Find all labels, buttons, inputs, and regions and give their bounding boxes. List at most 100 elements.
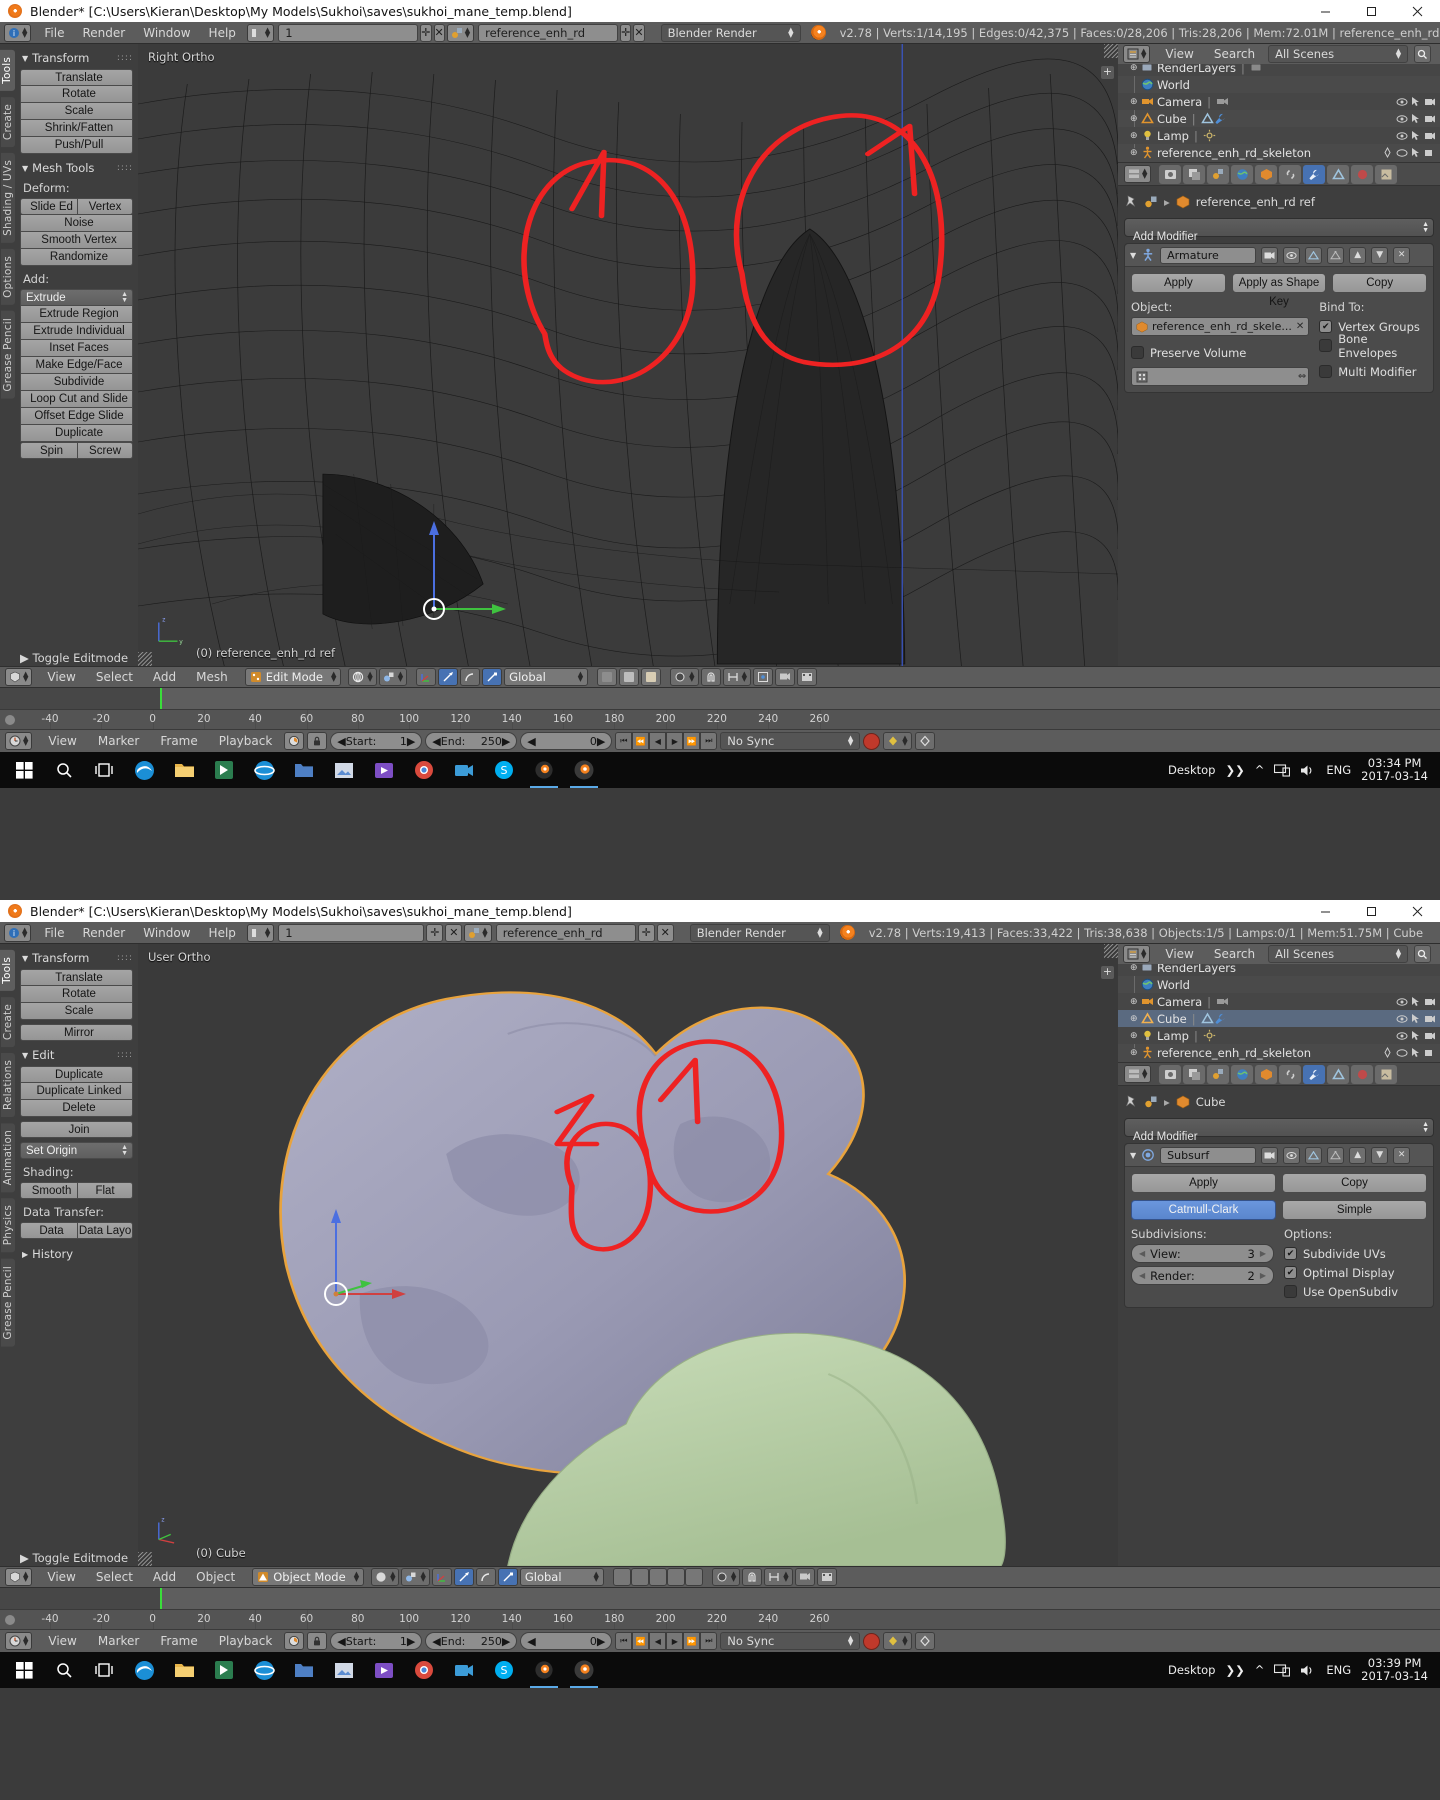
taskbar-explorer-icon[interactable] bbox=[164, 752, 204, 788]
tab-tools[interactable]: Tools bbox=[0, 50, 15, 91]
frame-end-field[interactable]: ◀ End: 250 ▶ bbox=[425, 732, 518, 750]
expand-icon[interactable]: ⊕ bbox=[1130, 1014, 1141, 1024]
tray-clock[interactable]: 03:39 PM 2017-03-14 bbox=[1361, 1657, 1428, 1683]
taskbar-blender-icon-1[interactable] bbox=[524, 1652, 564, 1688]
tray-network-icon[interactable] bbox=[1274, 1663, 1291, 1677]
outliner-tree[interactable]: ⊕ RenderLayers | World ⊕ Camera | ⊕ Cube… bbox=[1118, 64, 1440, 162]
modifier-name-field[interactable]: Subsurf bbox=[1160, 1146, 1257, 1164]
outliner-menu-view[interactable]: View bbox=[1156, 45, 1202, 63]
expand-icon[interactable]: ⊕ bbox=[1130, 131, 1141, 141]
jump-to-end-button[interactable]: ⏭ bbox=[700, 732, 718, 750]
modifier-move-up-icon[interactable]: ▲ bbox=[1349, 1146, 1367, 1164]
tab-modifiers[interactable] bbox=[1303, 1064, 1326, 1084]
snap-magnet-icon[interactable] bbox=[700, 668, 721, 686]
tool-subdivide[interactable]: Subdivide bbox=[20, 374, 133, 391]
jump-to-end-button[interactable]: ⏭ bbox=[700, 1632, 718, 1650]
tab-texture[interactable] bbox=[1375, 164, 1398, 184]
vertex-group-field[interactable]: ⇔ bbox=[1131, 367, 1310, 386]
tool-rotate[interactable]: Rotate bbox=[20, 86, 133, 103]
layer-button-3[interactable] bbox=[641, 668, 662, 686]
menu-render[interactable]: Render bbox=[73, 24, 134, 42]
lock-icon[interactable] bbox=[307, 732, 328, 750]
next-keyframe-button[interactable]: ⏩ bbox=[683, 732, 701, 750]
modifier-wrench-icon[interactable] bbox=[1214, 112, 1227, 125]
tool-set-origin-dropdown[interactable]: Set Origin ▲ ▼ bbox=[20, 1142, 133, 1159]
tool-extrude-individual[interactable]: Extrude Individual bbox=[20, 323, 133, 340]
tab-tools[interactable]: Tools bbox=[0, 950, 15, 991]
vertex-groups-checkbox[interactable]: ✔ bbox=[1319, 320, 1333, 333]
play-reverse-button[interactable]: ◀ bbox=[649, 1632, 667, 1650]
outliner-row-camera[interactable]: ⊕ Camera | bbox=[1118, 993, 1440, 1010]
tab-render-layers[interactable] bbox=[1183, 164, 1206, 184]
timeline-track-bottom[interactable] bbox=[0, 1588, 1440, 1610]
subdivisions-render-field[interactable]: ◀ Render: 2 ▶ bbox=[1131, 1266, 1274, 1285]
area-resize-corner[interactable] bbox=[138, 652, 152, 666]
editor-type-properties-icon[interactable]: ▲ ▼ bbox=[1124, 165, 1152, 183]
tray-overflow-icon[interactable]: ❯❯ bbox=[1225, 1663, 1244, 1677]
selectable-cursor-icon[interactable] bbox=[1411, 96, 1421, 107]
editor-type-view3d-icon[interactable]: ▲ ▼ bbox=[5, 668, 33, 686]
copy-button[interactable]: Copy bbox=[1282, 1173, 1427, 1193]
outliner-icon[interactable]: ▲ ▼ bbox=[1123, 945, 1151, 963]
apply-as-shape-key-button[interactable]: Apply as Shape Key bbox=[1231, 273, 1327, 308]
renderlayer-toggle-icon[interactable] bbox=[1250, 64, 1263, 74]
play-button[interactable]: ▶ bbox=[666, 732, 684, 750]
expand-icon[interactable]: ⊕ bbox=[1130, 1031, 1141, 1041]
layer-button-1[interactable] bbox=[597, 668, 618, 686]
manipulator-toggle[interactable] bbox=[416, 668, 437, 686]
renderable-camera-icon[interactable] bbox=[1424, 997, 1436, 1007]
selectable-cursor-icon[interactable] bbox=[1411, 147, 1421, 158]
scene-delete-button[interactable]: ✕ bbox=[433, 23, 445, 42]
tab-material[interactable] bbox=[1351, 164, 1374, 184]
tool-offset-edge-slide[interactable]: Offset Edge Slide bbox=[20, 408, 133, 425]
view3d-menu-add[interactable]: Add bbox=[144, 668, 185, 686]
tool-push-pull[interactable]: Push/Pull bbox=[20, 137, 133, 154]
menu-help[interactable]: Help bbox=[200, 24, 245, 42]
visibility-eye-icon[interactable] bbox=[1396, 97, 1408, 107]
decrement-icon[interactable]: ◀ bbox=[1139, 1271, 1145, 1280]
sync-mode-select[interactable]: No Sync ▲ ▼ bbox=[720, 732, 861, 750]
outliner-scene-filter[interactable]: All Scenes ▲ ▼ bbox=[1268, 945, 1409, 963]
tab-world[interactable] bbox=[1231, 164, 1254, 184]
tool-screw[interactable]: Screw bbox=[78, 442, 133, 459]
expand-icon[interactable]: ⊕ bbox=[1130, 148, 1141, 158]
view3d-menu-view[interactable]: View bbox=[38, 1568, 84, 1586]
menu-render[interactable]: Render bbox=[73, 924, 134, 942]
keying-set-icon[interactable]: ▲ ▼ bbox=[883, 732, 912, 750]
lamp-data-icon[interactable] bbox=[1203, 129, 1216, 142]
tool-make-edge-face[interactable]: Make Edge/Face bbox=[20, 357, 133, 374]
layer-button-3[interactable] bbox=[648, 1568, 667, 1586]
snap-magnet-icon[interactable] bbox=[742, 1568, 763, 1586]
timeline-menu-playback[interactable]: Playback bbox=[210, 1632, 282, 1650]
jump-to-start-button[interactable]: ⏮ bbox=[615, 732, 633, 750]
previous-keyframe-button[interactable]: ⏪ bbox=[632, 1632, 650, 1650]
bone-envelopes-row[interactable]: Bone Envelopes bbox=[1319, 332, 1427, 360]
camera-data-icon[interactable] bbox=[1216, 995, 1229, 1008]
auto-keyframe-icon[interactable] bbox=[284, 732, 305, 750]
outliner-menu-search[interactable]: Search bbox=[1205, 945, 1264, 963]
tab-constraints[interactable] bbox=[1279, 1064, 1302, 1084]
expand-icon[interactable]: ⊕ bbox=[1130, 1048, 1141, 1058]
area-resize-corner[interactable] bbox=[1104, 944, 1118, 958]
visibility-eye-icon[interactable] bbox=[1396, 1031, 1408, 1041]
tab-animation[interactable]: Animation bbox=[1, 1123, 15, 1193]
renderable-camera-icon[interactable] bbox=[1424, 131, 1436, 141]
tray-clock[interactable]: 03:34 PM 2017-03-14 bbox=[1361, 757, 1428, 783]
timeline-menu-view[interactable]: View bbox=[39, 732, 85, 750]
tab-render[interactable] bbox=[1159, 1064, 1182, 1084]
panel-header-transform[interactable]: ▼ Transform :::: bbox=[22, 51, 133, 65]
timeline-scroll-handle[interactable] bbox=[4, 1614, 16, 1626]
visibility-eye-icon[interactable] bbox=[1396, 114, 1408, 124]
modifier-wrench-icon[interactable] bbox=[1214, 1012, 1227, 1025]
selectable-cursor-icon[interactable] bbox=[1411, 1013, 1421, 1024]
tool-shade-smooth[interactable]: Smooth bbox=[20, 1182, 79, 1199]
minimize-button[interactable] bbox=[1302, 0, 1348, 22]
selectable-cursor-icon[interactable] bbox=[1411, 1047, 1421, 1058]
tab-create[interactable]: Create bbox=[1, 96, 15, 147]
timeline-scroll-handle[interactable] bbox=[4, 714, 16, 726]
editor-type-info-icon[interactable]: i ▲ ▼ bbox=[4, 923, 32, 942]
layer-grid[interactable] bbox=[612, 1568, 703, 1586]
selectable-cursor-icon[interactable] bbox=[1411, 130, 1421, 141]
editor-type-timeline-icon[interactable]: ▲ ▼ bbox=[5, 732, 33, 750]
interaction-mode-select[interactable]: Edit Mode ▲ ▼ bbox=[244, 668, 342, 686]
